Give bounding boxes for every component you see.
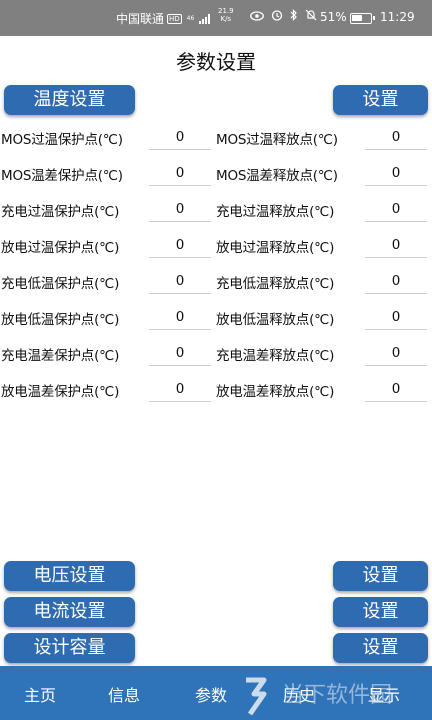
design-capacity-button[interactable]: 设计容量	[4, 633, 135, 663]
carrier-group: 中国联通 HD 46	[116, 10, 211, 27]
temperature-settings-button[interactable]: 温度设置	[4, 85, 135, 115]
network-type: 46	[186, 14, 195, 22]
tab-params[interactable]: 参数	[195, 682, 227, 706]
watermark-logo: 当下软件园	[246, 677, 392, 716]
charge-tempdiff-protect-input[interactable]	[149, 340, 211, 366]
mos-tempdiff-protect-input[interactable]	[149, 160, 211, 186]
discharge-overtemp-protect-label: 放电过温保护点(℃)	[1, 240, 120, 256]
battery-percent: 51%	[320, 10, 347, 24]
param-row: 充电低温保护点(℃) 充电低温释放点(℃)	[0, 264, 432, 300]
page-title: 参数设置	[176, 50, 256, 74]
charge-tempdiff-protect-label: 充电温差保护点(℃)	[1, 348, 120, 364]
tab-info[interactable]: 信息	[108, 682, 140, 706]
speed-value: 21.9	[218, 7, 234, 15]
carrier-name: 中国联通	[116, 12, 165, 26]
mos-overtemp-release-input[interactable]	[365, 124, 427, 150]
discharge-lowtemp-protect-input[interactable]	[149, 304, 211, 330]
param-row: MOS温差保护点(℃) MOS温差释放点(℃)	[0, 156, 432, 192]
discharge-lowtemp-release-label: 放电低温释放点(℃)	[216, 312, 335, 328]
discharge-tempdiff-release-label: 放电温差释放点(℃)	[216, 384, 335, 400]
voltage-set-button[interactable]: 设置	[333, 561, 428, 591]
eye-icon	[250, 10, 264, 24]
discharge-tempdiff-release-input[interactable]	[365, 376, 427, 402]
discharge-overtemp-protect-input[interactable]	[149, 232, 211, 258]
current-settings-button[interactable]: 电流设置	[4, 597, 135, 627]
battery-icon	[350, 13, 375, 24]
mos-overtemp-release-label: MOS过温释放点(℃)	[216, 132, 338, 148]
clock: 11:29	[380, 10, 415, 24]
charge-tempdiff-release-label: 充电温差释放点(℃)	[216, 348, 335, 364]
charge-lowtemp-protect-label: 充电低温保护点(℃)	[1, 276, 120, 292]
charge-overtemp-protect-label: 充电过温保护点(℃)	[1, 204, 120, 220]
charge-lowtemp-protect-input[interactable]	[149, 268, 211, 294]
mute-icon	[305, 9, 317, 24]
param-row: 放电低温保护点(℃) 放电低温释放点(℃)	[0, 300, 432, 336]
discharge-lowtemp-protect-label: 放电低温保护点(℃)	[1, 312, 120, 328]
param-row: 放电温差保护点(℃) 放电温差释放点(℃)	[0, 372, 432, 408]
discharge-tempdiff-protect-input[interactable]	[149, 376, 211, 402]
param-row: 放电过温保护点(℃) 放电过温释放点(℃)	[0, 228, 432, 264]
current-set-button[interactable]: 设置	[333, 597, 428, 627]
mos-overtemp-protect-label: MOS过温保护点(℃)	[1, 132, 123, 148]
mos-overtemp-protect-input[interactable]	[149, 124, 211, 150]
mos-tempdiff-release-input[interactable]	[365, 160, 427, 186]
charge-lowtemp-release-label: 充电低温释放点(℃)	[216, 276, 335, 292]
param-row: MOS过温保护点(℃) MOS过温释放点(℃)	[0, 120, 432, 156]
mos-tempdiff-protect-label: MOS温差保护点(℃)	[1, 168, 123, 184]
charge-overtemp-release-label: 充电过温释放点(℃)	[216, 204, 335, 220]
tab-home[interactable]: 主页	[24, 682, 56, 706]
charge-tempdiff-release-input[interactable]	[365, 340, 427, 366]
charge-overtemp-release-input[interactable]	[365, 196, 427, 222]
discharge-overtemp-release-label: 放电过温释放点(℃)	[216, 240, 335, 256]
alarm-icon	[271, 9, 283, 24]
discharge-overtemp-release-input[interactable]	[365, 232, 427, 258]
charge-lowtemp-release-input[interactable]	[365, 268, 427, 294]
hd-badge: HD	[167, 13, 182, 24]
status-icons	[250, 9, 317, 24]
param-row: 充电温差保护点(℃) 充电温差释放点(℃)	[0, 336, 432, 372]
speed-unit: K/s	[220, 15, 232, 23]
network-speed: 21.9 K/s	[218, 7, 234, 23]
bluetooth-icon	[290, 9, 298, 24]
discharge-lowtemp-release-input[interactable]	[365, 304, 427, 330]
mos-tempdiff-release-label: MOS温差释放点(℃)	[216, 168, 338, 184]
svg-text:当下软件园: 当下软件园	[282, 683, 392, 708]
capacity-set-button[interactable]: 设置	[333, 633, 428, 663]
voltage-settings-button[interactable]: 电压设置	[4, 561, 135, 591]
discharge-tempdiff-protect-label: 放电温差保护点(℃)	[1, 384, 120, 400]
signal-icon	[199, 13, 211, 24]
charge-overtemp-protect-input[interactable]	[149, 196, 211, 222]
status-bar: 中国联通 HD 46 21.9 K/s 51% 11:29	[0, 0, 432, 36]
temperature-set-button[interactable]: 设置	[333, 85, 428, 115]
param-row: 充电过温保护点(℃) 充电过温释放点(℃)	[0, 192, 432, 228]
